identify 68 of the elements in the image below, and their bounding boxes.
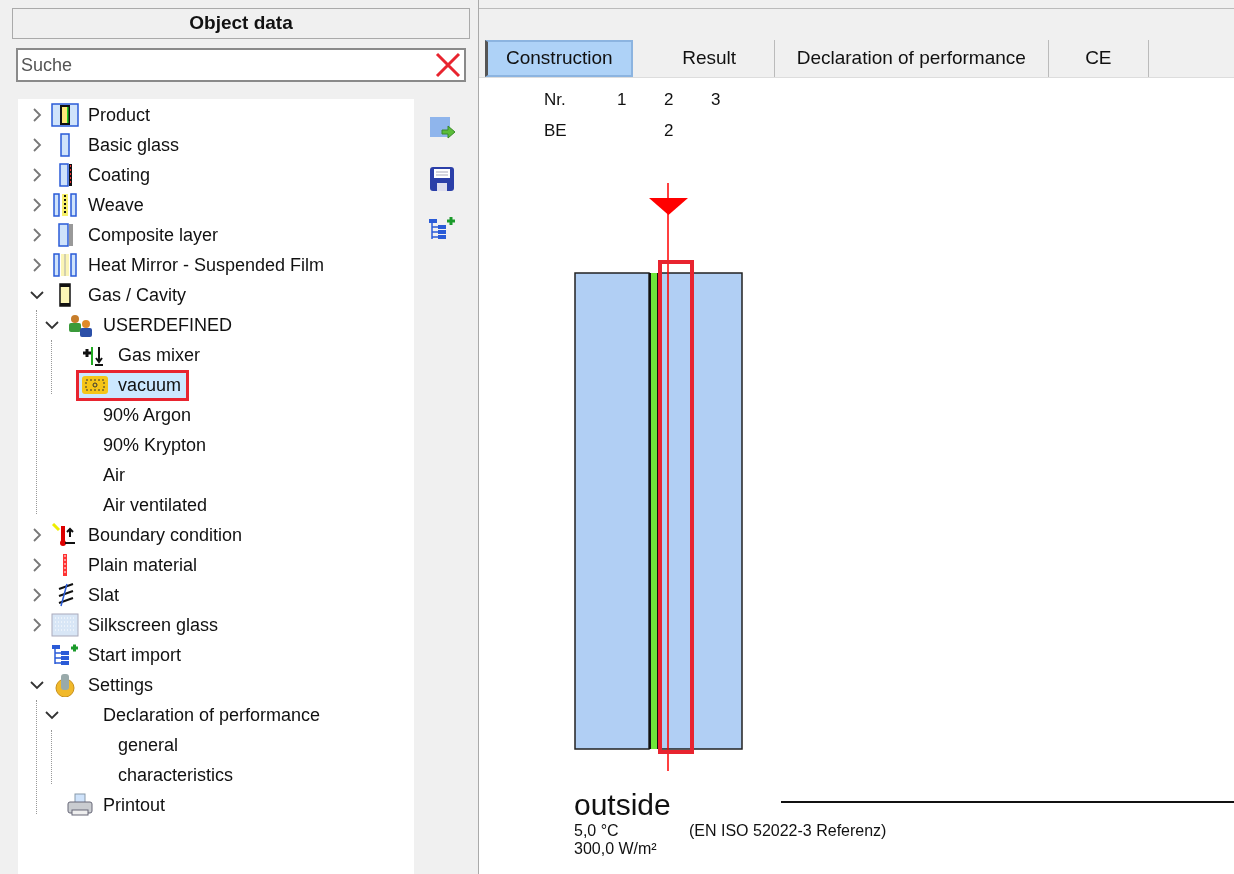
printer-icon — [66, 793, 94, 817]
tree-item[interactable]: Settings — [48, 671, 160, 699]
glazing-unit-icon — [51, 103, 79, 127]
tree-item[interactable]: Slat — [48, 581, 126, 609]
clear-icon[interactable] — [434, 51, 462, 79]
search-field[interactable]: Suche — [16, 48, 466, 82]
tree-item[interactable]: Declaration of performance — [63, 701, 327, 729]
vacuum-icon — [81, 373, 109, 397]
tree-item[interactable]: Start import — [48, 641, 188, 669]
tree-item[interactable]: vacuum — [78, 371, 188, 399]
expand-chevron-icon[interactable] — [32, 107, 42, 123]
tree-item[interactable]: USERDEFINED — [63, 311, 238, 339]
row-label: Nr. — [544, 88, 567, 111]
collapse-chevron-icon[interactable] — [29, 290, 45, 300]
save-icon[interactable] — [428, 165, 456, 193]
collapse-chevron-icon[interactable] — [44, 320, 60, 330]
panel-title: Object data — [12, 8, 470, 39]
tree-add-icon — [51, 643, 79, 667]
expand-chevron-icon[interactable] — [32, 257, 42, 273]
expand-chevron-icon[interactable] — [32, 197, 42, 213]
row-label: BE — [544, 119, 568, 142]
tree-item[interactable]: Boundary condition — [48, 521, 249, 549]
tree-item[interactable]: Basic glass — [48, 131, 186, 159]
dotted-pane-icon — [51, 613, 79, 637]
tab[interactable]: Construction — [485, 40, 633, 77]
tree-item[interactable]: Product — [48, 101, 157, 129]
tree-item[interactable]: Gas mixer — [78, 341, 206, 369]
temperature: 5,0 °C — [574, 822, 620, 840]
tree-item[interactable]: 90% Krypton — [63, 431, 213, 459]
tree-item[interactable]: Silkscreen glass — [48, 611, 225, 639]
expand-chevron-icon[interactable] — [32, 587, 42, 603]
expand-chevron-icon[interactable] — [32, 557, 42, 573]
layer-number: 1 — [617, 88, 627, 111]
tree-item[interactable]: general — [78, 731, 185, 759]
tab[interactable]: CE — [1048, 40, 1149, 77]
tree-item[interactable]: Composite layer — [48, 221, 225, 249]
collapse-chevron-icon[interactable] — [29, 680, 45, 690]
tab[interactable]: Result — [644, 40, 775, 77]
cavity-icon — [59, 283, 71, 307]
tab[interactable]: Declaration of performance — [774, 40, 1049, 77]
collapse-chevron-icon[interactable] — [44, 710, 60, 720]
tree-item[interactable]: Printout — [63, 791, 172, 819]
tree-item[interactable]: Gas / Cavity — [48, 281, 193, 309]
glass-pane-icon — [60, 133, 70, 157]
expand-chevron-icon[interactable] — [32, 527, 42, 543]
standard-reference: (EN ISO 52022-3 Referenz) — [689, 822, 887, 840]
layer-number: 2 — [664, 88, 674, 111]
tree-item[interactable]: Air ventilated — [63, 491, 214, 519]
irradiance: 300,0 W/m² — [574, 840, 658, 858]
material-strip-icon — [63, 553, 67, 577]
tree-item[interactable]: Coating — [48, 161, 157, 189]
layer-number: 3 — [711, 88, 721, 111]
layer-number: 2 — [664, 119, 674, 142]
user-group-icon — [66, 313, 94, 337]
film-layer-icon — [51, 253, 79, 277]
tree-item[interactable]: characteristics — [78, 761, 240, 789]
expand-chevron-icon[interactable] — [32, 137, 42, 153]
boundary-side: outside — [574, 788, 671, 821]
expand-chevron-icon[interactable] — [32, 617, 42, 633]
tree-item[interactable]: 90% Argon — [63, 401, 198, 429]
tree-item[interactable]: Air — [63, 461, 131, 489]
position-marker-icon — [649, 182, 688, 772]
tree-item[interactable]: Heat Mirror - Suspended Film — [48, 251, 331, 279]
tree-item[interactable]: Plain material — [48, 551, 204, 579]
tree-item[interactable]: Weave — [48, 191, 150, 219]
weave-layer-icon — [51, 193, 79, 217]
expand-chevron-icon[interactable] — [32, 227, 42, 243]
expand-chevron-icon[interactable] — [32, 167, 42, 183]
